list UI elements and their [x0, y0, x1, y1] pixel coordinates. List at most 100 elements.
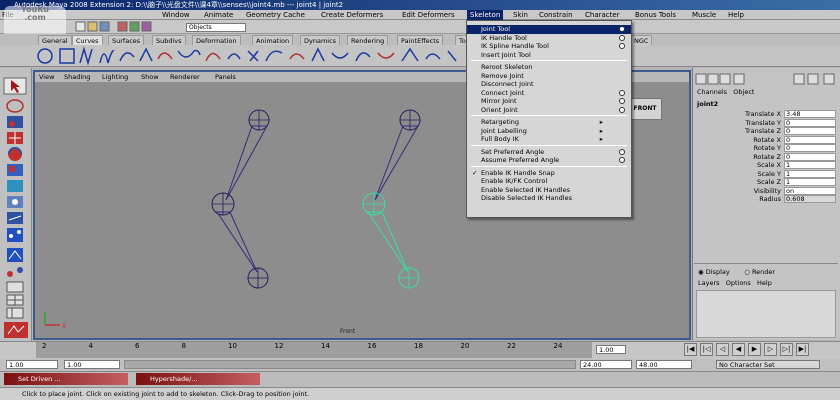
- rebuild-curve-icon[interactable]: [425, 53, 441, 60]
- manipulator-tool-icon[interactable]: [7, 180, 23, 192]
- option-box-icon[interactable]: [619, 26, 625, 32]
- render-radio[interactable]: ○ Render: [744, 268, 775, 276]
- step-forward-key-button[interactable]: ▷|: [780, 343, 793, 356]
- pencil-curve-icon[interactable]: [119, 52, 135, 62]
- menu-item-reroot-skeleton[interactable]: Reroot Skeleton: [467, 63, 631, 72]
- channel-value[interactable]: 0: [784, 152, 836, 161]
- menu-bonus-tools[interactable]: Bonus Tools: [635, 10, 676, 20]
- menu-item-retargeting[interactable]: Retargeting ▸: [467, 118, 631, 127]
- menu-item-set-preferred-angle[interactable]: Set Preferred Angle: [467, 148, 631, 157]
- selected-object-name[interactable]: joint2: [697, 100, 718, 108]
- open-close-curve-icon[interactable]: [247, 50, 259, 62]
- channel-value[interactable]: 1: [784, 169, 836, 178]
- arc-3pt-icon[interactable]: [157, 52, 173, 60]
- channel-label[interactable]: Radius: [759, 195, 781, 204]
- anim-end-field[interactable]: 48.00: [636, 360, 692, 369]
- menu-item-enable-ik-fk-control[interactable]: Enable IK/FK Control: [467, 177, 631, 186]
- move-tool-icon[interactable]: [7, 132, 23, 144]
- attribute-editor-icon[interactable]: [707, 73, 719, 85]
- play-backward-button[interactable]: ◀: [732, 343, 745, 356]
- go-to-start-button[interactable]: |◀: [684, 343, 697, 356]
- option-box-icon[interactable]: [619, 148, 625, 155]
- ik-handle-tool-icon[interactable]: [7, 248, 23, 262]
- range-end-field[interactable]: 24.00: [580, 360, 632, 369]
- option-box-icon[interactable]: [619, 34, 625, 41]
- new-scene-icon[interactable]: [75, 21, 86, 32]
- range-bar[interactable]: [124, 360, 576, 369]
- option-box-icon[interactable]: [619, 43, 625, 49]
- outliner-layout-icon[interactable]: [6, 307, 24, 319]
- step-forward-frame-button[interactable]: ▷: [764, 343, 777, 356]
- channel-label[interactable]: Rotate X: [753, 136, 781, 145]
- channel-value[interactable]: 0: [784, 144, 836, 152]
- tool-settings-icon[interactable]: [719, 73, 731, 85]
- menu-item-connect-joint[interactable]: Connect Joint: [467, 89, 631, 98]
- play-forward-button[interactable]: ▶: [748, 343, 761, 356]
- menu-item-ik-handle-tool[interactable]: IK Handle Tool: [467, 34, 631, 43]
- graph-layout-icon[interactable]: [4, 322, 28, 338]
- attach-curves-icon[interactable]: [177, 49, 201, 58]
- menu-item-insert-joint-tool[interactable]: Insert Joint Tool: [467, 51, 631, 60]
- ik-spline-tool-icon[interactable]: [7, 267, 23, 277]
- save-scene-icon[interactable]: [99, 21, 110, 32]
- menu-muscle[interactable]: Muscle: [692, 10, 716, 20]
- menu-item-full-body-ik[interactable]: Full Body IK ▸: [467, 135, 631, 144]
- anim-start-field[interactable]: 1.00: [64, 360, 120, 369]
- channel-value[interactable]: 1: [784, 178, 836, 186]
- channel-row[interactable]: Translate Y0: [700, 118, 838, 128]
- curve-shelf-icons[interactable]: [0, 45, 840, 67]
- align-curves-icon[interactable]: [227, 53, 241, 60]
- channel-row[interactable]: Radius 0.608: [700, 195, 838, 204]
- display-radio[interactable]: ◉ Display: [698, 268, 730, 276]
- menu-item-ik-spline-handle-tool[interactable]: IK Spline Handle Tool: [467, 42, 631, 51]
- channel-label[interactable]: Visibility: [754, 187, 781, 196]
- menu-item-mirror-joint[interactable]: Mirror Joint: [467, 97, 631, 106]
- channel-row[interactable]: Scale Z1: [700, 178, 838, 187]
- curve-fillet-icon[interactable]: [311, 47, 325, 62]
- menu-item-orient-joint[interactable]: Orient Joint: [467, 106, 631, 115]
- soft-mod-tool-icon[interactable]: [7, 196, 23, 208]
- layers-icon[interactable]: [733, 73, 745, 85]
- skeleton-left[interactable]: [211, 109, 270, 289]
- panel-collapse-icon[interactable]: [823, 73, 835, 85]
- step-back-frame-button[interactable]: ◁: [716, 343, 729, 356]
- channel-value[interactable]: 3.48: [784, 110, 836, 118]
- arc-icon[interactable]: [139, 47, 153, 62]
- menu-animate[interactable]: Animate: [204, 10, 233, 20]
- character-set-menu[interactable]: No Character Set: [716, 360, 820, 369]
- hypershade-window-tab[interactable]: Hypershade/...: [136, 373, 260, 385]
- object-selection-field[interactable]: Objects: [186, 23, 246, 32]
- option-box-icon[interactable]: [619, 89, 625, 96]
- extend-curve-icon[interactable]: [355, 52, 371, 62]
- channel-row[interactable]: Visibility on: [700, 186, 838, 196]
- single-view-layout-icon[interactable]: [6, 281, 24, 293]
- layer-menu-help[interactable]: Help: [757, 279, 772, 287]
- menu-item-joint-tool[interactable]: Joint Tool: [467, 25, 631, 34]
- panel-menu-shading[interactable]: Shading: [64, 72, 90, 82]
- scale-tool-icon[interactable]: [7, 164, 23, 176]
- go-to-end-button[interactable]: ▶|: [796, 343, 809, 356]
- set-driven-window-tab[interactable]: Set Driven ...: [4, 373, 128, 385]
- intersect-curve-icon[interactable]: [289, 53, 305, 60]
- channel-label[interactable]: Rotate Y: [754, 144, 781, 153]
- channel-value[interactable]: 1: [784, 161, 836, 169]
- channel-row[interactable]: Scale Y1: [700, 169, 838, 179]
- panel-menu-renderer[interactable]: Renderer: [170, 72, 200, 82]
- menu-item-joint-labelling[interactable]: Joint Labelling ▸: [467, 127, 631, 136]
- channel-row[interactable]: Rotate Y0: [700, 144, 838, 153]
- channel-value[interactable]: 0: [784, 127, 836, 135]
- menu-item-disconnect-joint[interactable]: Disconnect Joint: [467, 80, 631, 89]
- channel-row[interactable]: Rotate Z0: [700, 152, 838, 162]
- menu-constrain[interactable]: Constrain: [539, 10, 573, 20]
- channel-row[interactable]: Scale X1: [700, 161, 838, 170]
- select-tool-icon[interactable]: [3, 77, 27, 95]
- channel-box-icon[interactable]: [695, 73, 707, 85]
- menu-character[interactable]: Character: [585, 10, 620, 20]
- current-frame-field[interactable]: 1.00: [596, 345, 626, 354]
- menu-window[interactable]: Window: [162, 10, 190, 20]
- layer-menu-layers[interactable]: Layers: [698, 279, 720, 287]
- panel-toggle-icon[interactable]: [793, 73, 805, 85]
- channel-label[interactable]: Translate Y: [745, 119, 781, 128]
- channel-menu-object[interactable]: Object: [733, 88, 754, 96]
- menu-item-enable-ik-handle-snap[interactable]: Enable IK Handle Snap ✓: [467, 169, 631, 178]
